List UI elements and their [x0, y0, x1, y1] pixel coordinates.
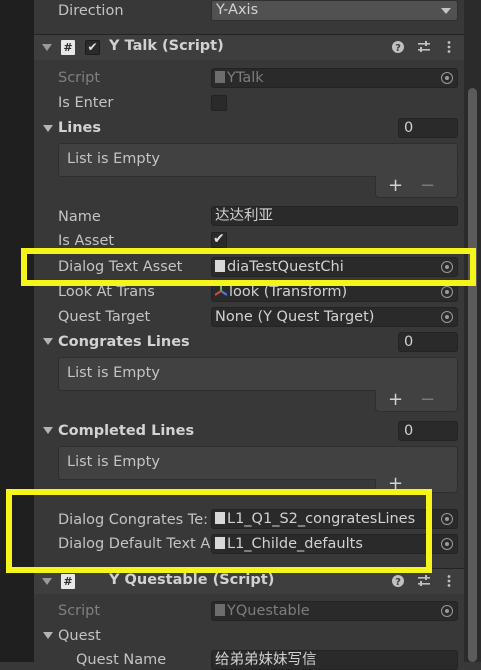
congrates-lines-label[interactable]: Congrates Lines — [58, 332, 190, 352]
question-circle-icon[interactable]: ? — [391, 574, 405, 588]
quest-name-label: Quest Name — [76, 652, 167, 668]
is-enter-label: Is Enter — [58, 95, 114, 111]
question-circle-icon[interactable]: ? — [391, 40, 405, 54]
script-field: YTalk — [211, 68, 458, 88]
scrollbar-thumb[interactable] — [468, 88, 477, 662]
foldout-arrow-icon[interactable] — [42, 44, 52, 51]
lines-foldout-icon[interactable] — [43, 125, 53, 132]
completed-lines-size-field[interactable]: 0 — [398, 421, 458, 441]
kebab-menu-icon[interactable] — [442, 40, 456, 54]
ytalk-enabled-checkbox[interactable]: ✔ — [85, 40, 100, 55]
direction-label: Direction — [58, 3, 124, 19]
lines-add-remove: + − — [375, 175, 458, 198]
svg-text:?: ? — [395, 43, 401, 54]
kebab-menu-icon[interactable] — [442, 574, 456, 588]
is-enter-checkbox[interactable] — [211, 95, 227, 111]
quest-target-value: None (Y Quest Target) — [215, 309, 375, 325]
transform-icon — [214, 285, 228, 296]
name-label: Name — [58, 209, 101, 225]
completed-lines-empty-text: List is Empty — [67, 454, 160, 470]
look-at-trans-value: look (Transform) — [229, 284, 348, 300]
is-asset-checkbox[interactable]: ✔ — [211, 231, 227, 248]
congrates-lines-size-field[interactable]: 0 — [398, 332, 458, 352]
script-value: YTalk — [227, 70, 264, 86]
foldout-arrow-icon[interactable] — [42, 578, 52, 585]
chevron-down-icon — [441, 8, 451, 14]
direction-row: Direction Y-Axis — [0, 0, 464, 22]
object-picker-icon — [441, 72, 453, 84]
object-picker-icon[interactable] — [441, 513, 453, 525]
congrates-lines-add-remove: + − — [375, 389, 458, 412]
script-icon: # — [61, 40, 75, 55]
add-element-button[interactable]: + — [388, 389, 403, 410]
svg-text:?: ? — [395, 577, 401, 588]
quest-target-field[interactable]: None (Y Quest Target) — [211, 307, 458, 327]
sliders-icon[interactable] — [417, 574, 431, 588]
congrates-lines-empty-text: List is Empty — [67, 365, 160, 381]
name-field[interactable]: 达达利亚 — [211, 206, 458, 226]
script-file-icon — [215, 604, 225, 616]
quest-target-label: Quest Target — [58, 309, 151, 325]
highlight-box-dialog-text-asset — [21, 248, 476, 286]
completed-lines-foldout-icon[interactable] — [43, 427, 53, 434]
object-picker-icon[interactable] — [441, 311, 453, 323]
checkmark-icon: ✔ — [213, 231, 225, 247]
lines-label[interactable]: Lines — [58, 118, 101, 138]
script-label: Script — [58, 70, 101, 86]
lines-empty-text: List is Empty — [67, 151, 160, 167]
quest-label[interactable]: Quest — [58, 626, 101, 646]
yquestable-title: Y Questable (Script) — [109, 572, 275, 588]
quest-foldout-icon[interactable] — [43, 632, 53, 639]
script-file-icon — [215, 71, 225, 83]
direction-dropdown[interactable]: Y-Axis — [211, 0, 458, 21]
yquestable-script-value: YQuestable — [227, 603, 310, 619]
highlight-box-dialog-fields — [6, 489, 432, 573]
remove-element-button[interactable]: − — [420, 389, 435, 410]
object-picker-icon — [441, 605, 453, 617]
add-element-button[interactable]: + — [388, 175, 403, 196]
object-picker-icon[interactable] — [441, 286, 453, 298]
congrates-lines-list: List is Empty — [58, 357, 458, 391]
script-icon: # — [61, 574, 75, 589]
yquestable-script-label: Script — [58, 603, 101, 619]
quest-name-field[interactable]: 给弟弟妹妹写信 — [211, 650, 458, 670]
completed-lines-label[interactable]: Completed Lines — [58, 421, 194, 441]
ytalk-title: Y Talk (Script) — [109, 38, 224, 54]
congrates-lines-foldout-icon[interactable] — [43, 338, 53, 345]
sliders-icon[interactable] — [417, 40, 431, 54]
direction-value: Y-Axis — [216, 2, 259, 18]
lines-size-field[interactable]: 0 — [398, 118, 458, 138]
ytalk-component-header[interactable]: # ✔ Y Talk (Script) ? — [34, 34, 464, 60]
lines-list: List is Empty — [58, 143, 458, 177]
remove-element-button[interactable]: − — [420, 175, 435, 196]
yquestable-script-field: YQuestable — [211, 601, 458, 621]
object-picker-icon[interactable] — [441, 538, 453, 550]
